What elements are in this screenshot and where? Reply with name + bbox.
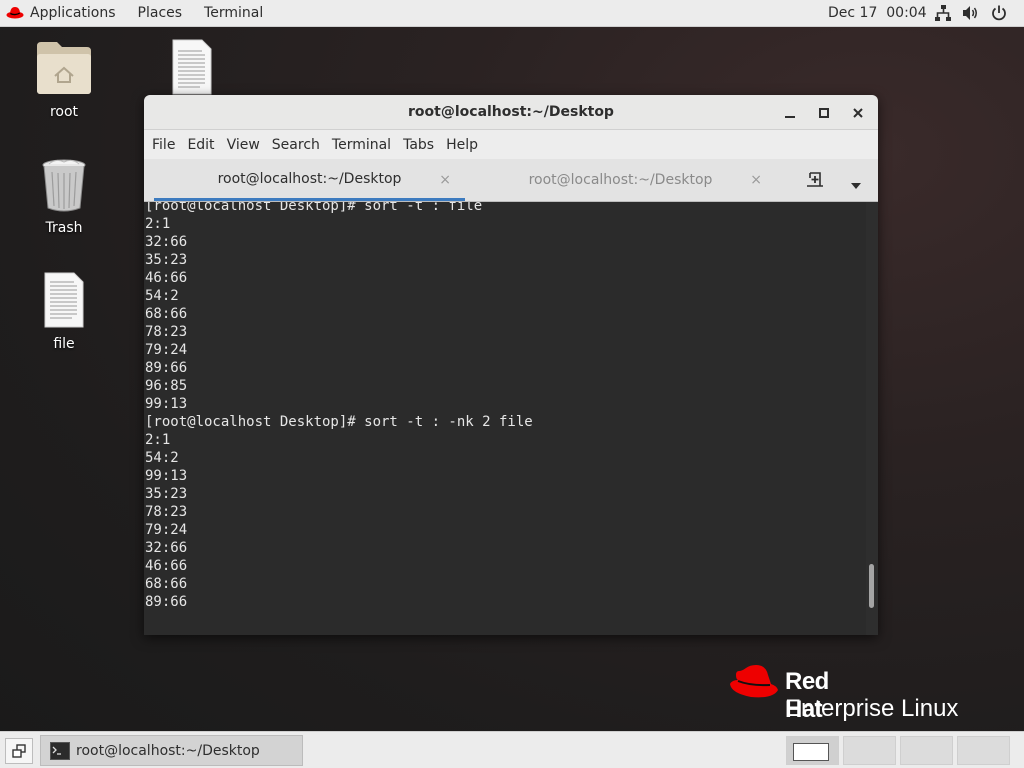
terminal-line: 32:66 [145,234,188,250]
close-icon [853,108,863,118]
minimize-icon [785,116,795,118]
menu-tabs[interactable]: Tabs [397,137,440,153]
terminal-line: 46:66 [145,270,188,286]
tab-2[interactable]: root@localhost:~/Desktop × [465,159,776,201]
menu-help[interactable]: Help [440,137,484,153]
minimize-button[interactable] [780,104,800,122]
tab-close-icon[interactable]: × [439,172,451,188]
terminal-output[interactable]: [root@localhost Desktop]# sort -t : file… [144,202,866,635]
text-file-icon [172,39,212,95]
workspace-2[interactable] [843,736,896,765]
workspace-window-preview [793,743,829,761]
terminal-app-menu[interactable]: Terminal [193,0,274,27]
terminal-window: root@localhost:~/Desktop File Edit View … [144,95,878,635]
home-folder-icon [37,42,91,94]
terminal-line: [root@localhost Desktop]# sort -t : file [145,202,483,214]
window-title: root@localhost:~/Desktop [408,104,614,120]
workspace-4[interactable] [957,736,1010,765]
places-menu[interactable]: Places [127,0,194,27]
terminal-line: 99:13 [145,468,188,484]
window-menubar: File Edit View Search Terminal Tabs Help [144,130,878,159]
terminal-line: 78:23 [145,504,188,520]
volume-icon [963,6,977,20]
text-file-icon [44,272,84,328]
terminal-line: 2:1 [145,432,171,448]
window-titlebar[interactable]: root@localhost:~/Desktop [144,95,878,130]
terminal-line: 79:24 [145,522,188,538]
tab-close-icon[interactable]: × [750,172,762,188]
terminal-line: 89:66 [145,360,188,376]
maximize-icon [819,108,829,118]
top-panel: Applications Places Terminal Dec 17 00:0… [0,0,1024,27]
tab-label: root@localhost:~/Desktop [528,172,713,188]
show-desktop-button[interactable] [5,738,33,764]
terminal-line: 2:1 [145,216,171,232]
tab-1[interactable]: root@localhost:~/Desktop × [154,159,465,201]
terminal-line: 89:66 [145,594,188,610]
terminal-line: 54:2 [145,450,179,466]
terminal-app-label: Terminal [204,5,264,21]
terminal-line: 78:23 [145,324,188,340]
system-status-area[interactable] [934,4,1008,22]
new-tab-button[interactable] [806,170,828,190]
desktop-icon-label: file [53,336,75,352]
terminal-line: 68:66 [145,306,188,322]
desktop-icon-file[interactable]: file [24,272,104,352]
tabs-menu-button[interactable] [850,175,862,194]
clock[interactable]: Dec 17 00:04 [828,5,927,21]
tab-bar: root@localhost:~/Desktop × root@localhos… [144,159,878,202]
taskbar-item-terminal[interactable]: root@localhost:~/Desktop [40,735,303,766]
terminal-line: 68:66 [145,576,188,592]
terminal-line: 35:23 [145,486,188,502]
scrollbar-thumb[interactable] [869,564,874,608]
show-desktop-icon [12,744,26,758]
maximize-button[interactable] [814,104,834,122]
desktop-icon-label: root [49,104,79,120]
terminal-icon [50,741,70,760]
places-label: Places [137,5,183,21]
menu-view[interactable]: View [221,137,266,153]
redhat-fedora-icon [6,7,24,19]
terminal-line: 32:66 [145,540,188,556]
terminal-line: 54:2 [145,288,179,304]
menu-search[interactable]: Search [266,137,326,153]
desktop-icon-trash[interactable]: Trash [24,158,104,236]
applications-menu[interactable]: Applications [0,0,127,27]
tab-label: root@localhost:~/Desktop [217,170,402,187]
applications-label: Applications [30,5,116,21]
power-icon [992,5,1006,21]
trash-icon [42,159,86,212]
network-icon [935,5,951,21]
menu-terminal[interactable]: Terminal [326,137,397,153]
menu-file[interactable]: File [146,137,181,153]
chevron-down-icon [851,183,861,189]
new-tab-icon [807,172,823,187]
workspace-3[interactable] [900,736,953,765]
redhat-shadowman-icon [730,665,778,698]
terminal-line: 96:85 [145,378,188,394]
terminal-line: 79:24 [145,342,188,358]
bottom-panel: root@localhost:~/Desktop [0,731,1024,768]
menu-edit[interactable]: Edit [181,137,220,153]
close-window-button[interactable] [848,104,868,122]
taskbar-item-label: root@localhost:~/Desktop [76,742,260,759]
terminal-line: [root@localhost Desktop]# sort -t : -nk … [145,414,533,430]
desktop-icon-root[interactable]: root [24,40,104,120]
terminal-line: 35:23 [145,252,188,268]
desktop-icon-document[interactable] [172,39,212,99]
workspace-1[interactable] [786,736,839,765]
desktop-icon-label: Trash [45,220,83,236]
terminal-text: [root@localhost Desktop]# sort -t : file… [145,202,533,611]
terminal-line: 46:66 [145,558,188,574]
terminal-line: 99:13 [145,396,188,412]
brand-line-2: Enterprise Linux [785,695,959,722]
terminal-scrollbar[interactable] [866,202,878,635]
